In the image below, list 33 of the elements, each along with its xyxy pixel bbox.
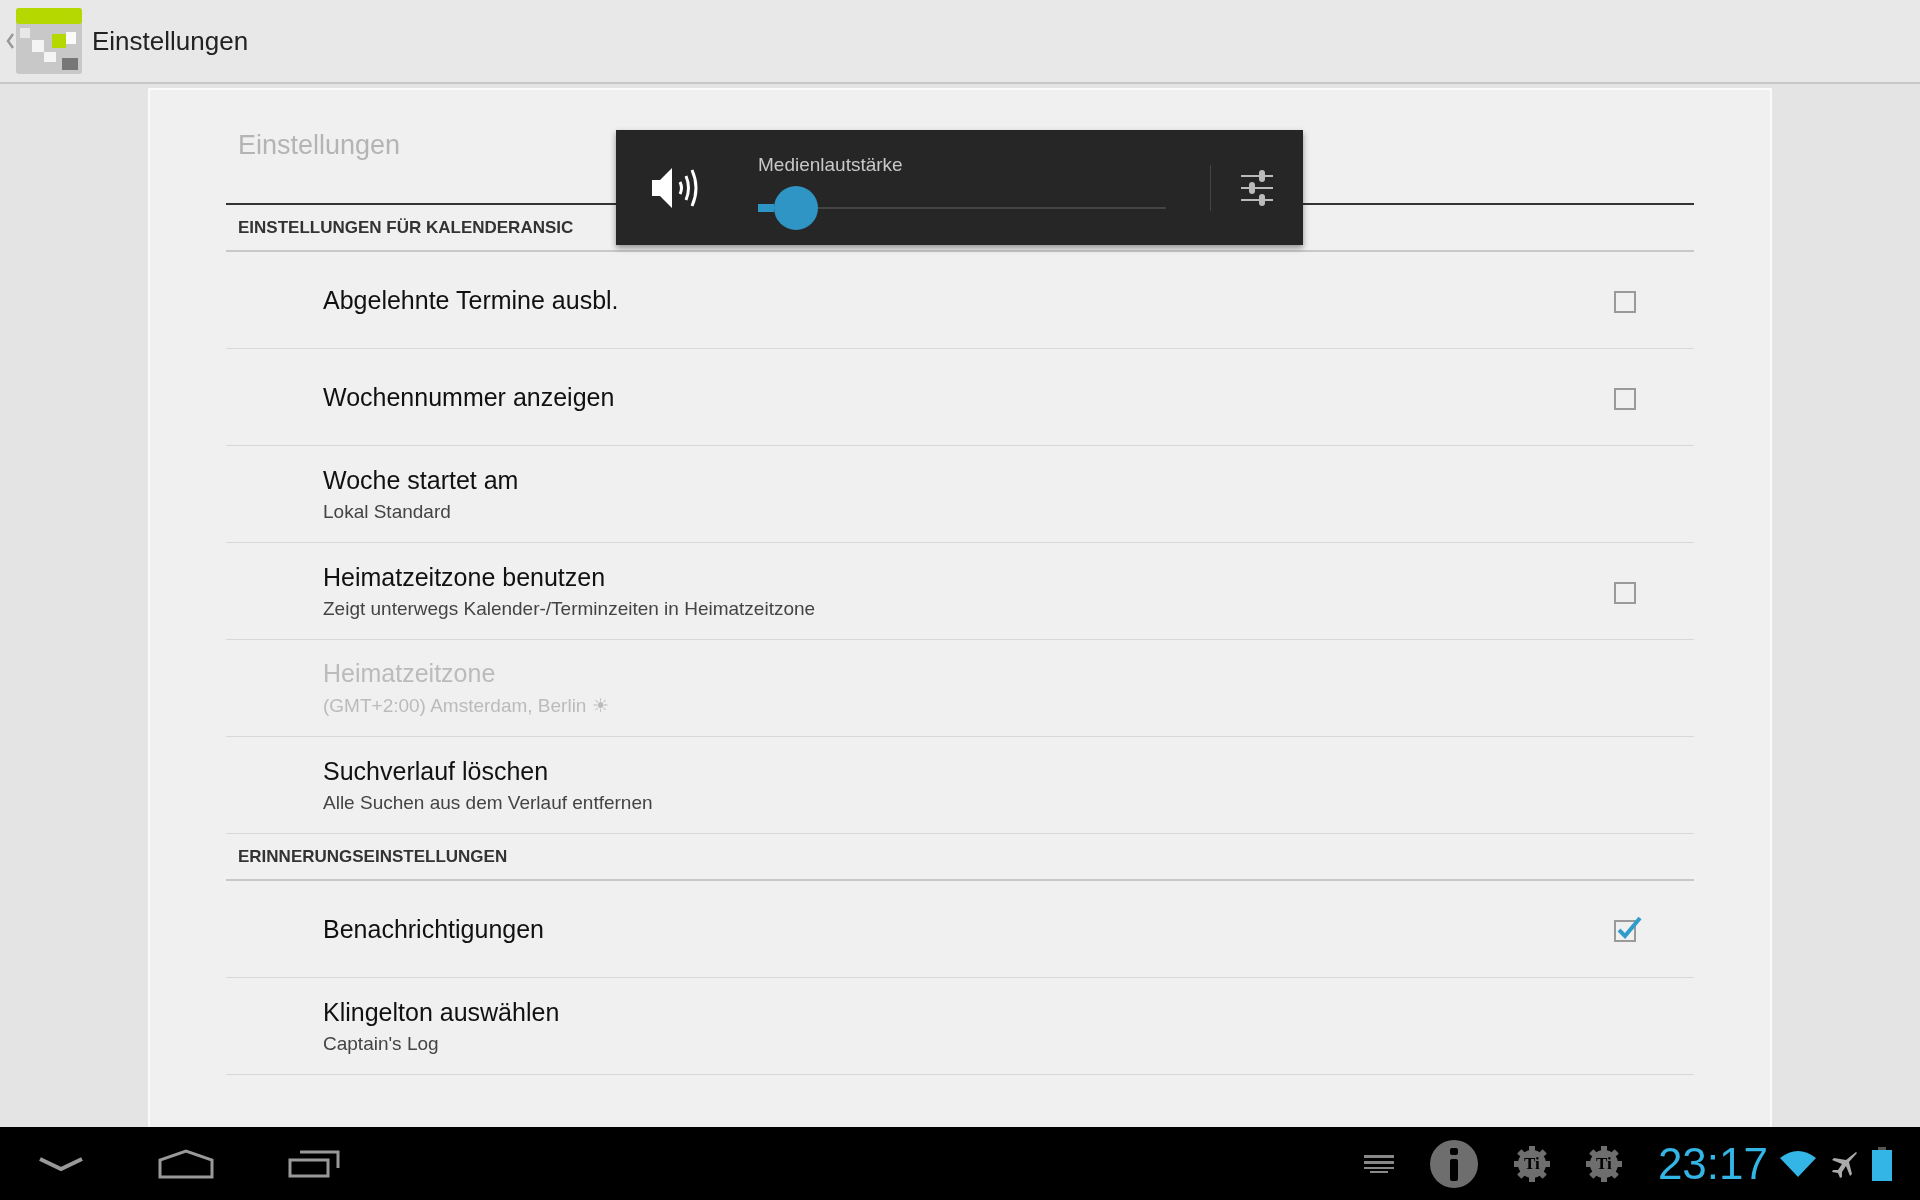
chevron-down-icon[interactable] <box>38 1155 84 1172</box>
airplane-icon <box>1830 1149 1858 1178</box>
setting-summary: Zeigt unterwegs Kalender-/Terminzeiten in Heimatzeitzone <box>323 597 817 620</box>
setting-title: Heimatzeitzone benutzen <box>323 562 607 592</box>
settings-row[interactable]: Klingelton auswählen Captain's Log <box>226 978 1694 1075</box>
checkbox[interactable] <box>1614 916 1642 942</box>
info-icon[interactable] <box>1429 1139 1478 1188</box>
settings-row[interactable]: Benachrichtigungen <box>226 881 1694 978</box>
home-icon[interactable] <box>158 1148 214 1179</box>
setting-title: Benachrichtigungen <box>323 914 545 944</box>
calendar-app-icon[interactable] <box>16 8 82 74</box>
settings-row[interactable]: Woche startet am Lokal Standard <box>226 446 1694 543</box>
setting-summary: Alle Suchen aus dem Verlauf entfernen <box>323 791 654 814</box>
clock-time: 23:17 <box>1657 1138 1768 1189</box>
setting-title: Abgelehnte Termine ausbl. <box>323 285 620 315</box>
settings-row[interactable]: Suchverlauf löschen Alle Suchen aus dem Verlauf entfernen <box>226 737 1694 834</box>
volume-slider[interactable] <box>758 185 1166 230</box>
settings-row[interactable]: Abgelehnte Termine ausbl. <box>226 252 1694 349</box>
wifi-icon <box>1780 1149 1816 1178</box>
action-bar-title: Einstellungen <box>92 25 249 57</box>
settings-row[interactable]: Heimatzeitzone benutzen Zeigt unterwegs Kalender-/Terminzeiten in Heimatzeitzone <box>226 543 1694 640</box>
section-header: ERINNERUNGSEINSTELLUNGEN <box>226 834 1694 881</box>
settings-sliders-icon[interactable] <box>1239 169 1275 206</box>
setting-summary: Lokal Standard <box>323 500 452 523</box>
setting-summary: Captain's Log <box>323 1032 440 1055</box>
setting-title: Woche startet am <box>323 465 520 495</box>
setting-title: Wochennummer anzeigen <box>323 382 616 412</box>
settings-row[interactable]: Wochennummer anzeigen <box>226 349 1694 446</box>
setting-title: Suchverlauf löschen <box>323 756 550 786</box>
volume-label: Medienlautstärke <box>758 153 904 176</box>
recent-apps-icon[interactable] <box>288 1149 340 1178</box>
setting-title: Klingelton auswählen <box>323 997 561 1027</box>
battery-icon <box>1872 1146 1892 1181</box>
